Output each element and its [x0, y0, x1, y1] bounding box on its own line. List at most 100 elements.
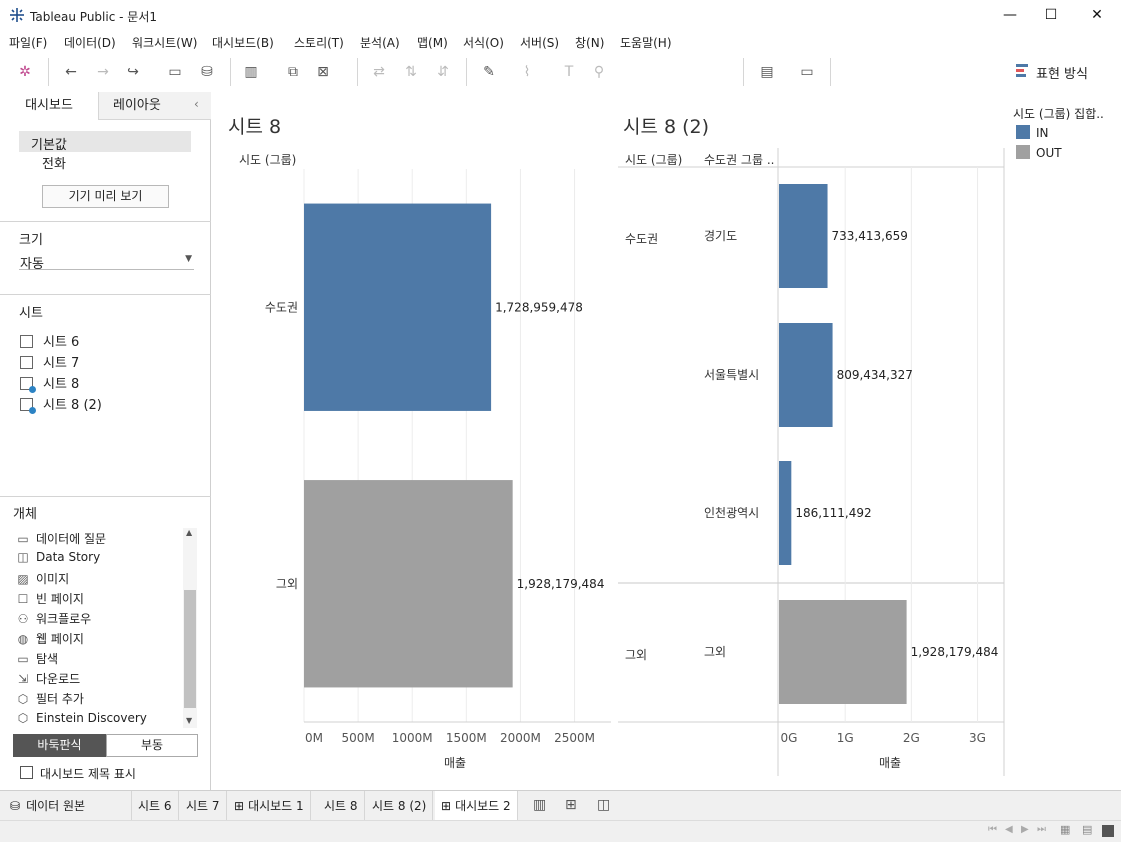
highlight-icon[interactable]: ✎ [478, 62, 500, 82]
prev-sheet-icon[interactable]: ◀ [1005, 824, 1013, 835]
object-add-filter[interactable]: ⬡ 필터 추가 [16, 690, 84, 707]
duplicate-sheet-icon[interactable]: ⧉ [282, 62, 304, 82]
show-me-button[interactable]: 표현 방식 [1036, 63, 1088, 82]
objects-scrollbar[interactable]: ▲ ▼ [183, 528, 197, 728]
menu-format[interactable]: 서식(O) [463, 34, 504, 51]
maximize-button[interactable]: ☐ [1031, 4, 1071, 26]
legend-item-out[interactable]: OUT [1016, 145, 1062, 160]
attach-icon[interactable]: ⌇ [516, 62, 538, 82]
scroll-down-icon[interactable]: ▼ [186, 716, 192, 725]
x-tick-label: 0G [781, 731, 798, 745]
bar [779, 184, 828, 288]
new-story-icon[interactable]: ◫ [597, 797, 610, 813]
toolbar-separator [466, 58, 467, 86]
sort-descending-icon[interactable]: ⇵ [432, 62, 454, 82]
presentation-mode-icon[interactable]: ▭ [796, 62, 818, 82]
sheet-item-8[interactable]: 시트 8 [20, 373, 79, 393]
show-me-icon[interactable] [1016, 64, 1028, 78]
toolbar-separator [830, 58, 831, 86]
filmstrip-icon[interactable]: ▤ [1082, 823, 1092, 836]
category-label: 수도권 [265, 300, 298, 314]
menu-window[interactable]: 창(N) [575, 34, 604, 51]
tab-label: 대시보드 2 [455, 799, 511, 813]
new-dashboard-icon[interactable]: ⊞ [565, 797, 577, 813]
menu-dashboard[interactable]: 대시보드(B) [212, 34, 274, 51]
sort-ascending-icon[interactable]: ⇅ [400, 62, 422, 82]
size-dropdown[interactable]: 자동 ▼ [19, 250, 194, 272]
text-label-icon[interactable]: T [558, 62, 580, 82]
device-default[interactable]: 기본값 [19, 131, 191, 153]
tableau-home-icon[interactable]: ✲ [14, 62, 36, 82]
tab-dashboard-1[interactable]: ⊞ 대시보드 1 [228, 791, 311, 821]
replay-icon[interactable]: ↪ [122, 62, 144, 82]
objects-title: 개체 [13, 507, 37, 522]
redo-icon[interactable]: → [92, 62, 114, 82]
clear-sheet-icon[interactable]: ⊠ [312, 62, 334, 82]
menu-story[interactable]: 스토리(T) [294, 34, 344, 51]
first-sheet-icon[interactable]: ⏮ [988, 824, 997, 835]
object-data-story[interactable]: ◫ Data Story [16, 550, 100, 564]
sheet8-title: 시트 8 [228, 116, 282, 138]
device-preview-button[interactable]: 기기 미리 보기 [42, 185, 169, 208]
minimize-button[interactable]: — [990, 4, 1030, 26]
new-worksheet-icon[interactable]: ▥ [240, 62, 262, 82]
tab-sheet-7[interactable]: 시트 7 [180, 791, 227, 821]
sheet-sorter-icon[interactable]: ▦ [1060, 823, 1070, 836]
extension-icon: ⬡ [17, 711, 29, 725]
menu-help[interactable]: 도움말(H) [620, 34, 672, 51]
x-tick-label: 1G [837, 731, 854, 745]
object-workflow[interactable]: ⚇ 워크플로우 [16, 610, 92, 627]
sheet-item-6[interactable]: 시트 6 [20, 331, 79, 350]
object-blank[interactable]: ☐ 빈 페이지 [16, 590, 84, 607]
object-einstein-discovery[interactable]: ⬡ Einstein Discovery [16, 711, 147, 725]
menu-server[interactable]: 서버(S) [520, 34, 559, 51]
scrollbar-thumb[interactable] [184, 590, 196, 708]
object-download[interactable]: ⇲ 다운로드 [16, 670, 80, 687]
pin-icon[interactable]: ⚲ [588, 62, 610, 82]
show-title-checkbox[interactable] [20, 766, 33, 779]
menu-analysis[interactable]: 분석(A) [360, 34, 400, 51]
undo-icon[interactable]: ← [60, 62, 82, 82]
legend-item-in[interactable]: IN [1016, 125, 1049, 140]
tab-dashboard[interactable]: 대시보드 [0, 92, 98, 120]
new-datasource-icon[interactable]: ⛁ [196, 62, 218, 82]
new-worksheet-icon[interactable]: ▥ [533, 797, 546, 813]
legend-swatch [1016, 145, 1030, 159]
sheet8-2-x-axis-label: 매출 [879, 756, 902, 770]
last-sheet-icon[interactable]: ⏭ [1037, 824, 1046, 835]
legend-label: OUT [1036, 146, 1062, 160]
close-button[interactable]: ✕ [1077, 4, 1117, 26]
menu-worksheet[interactable]: 워크시트(W) [132, 34, 197, 51]
device-phone[interactable]: 전화 [42, 153, 66, 172]
menu-file[interactable]: 파일(F) [9, 34, 47, 51]
status-bar: ⏮ ◀ ▶ ⏭ ▦ ▤ [0, 820, 1121, 842]
menu-data[interactable]: 데이터(D) [64, 34, 116, 51]
tabs-view-icon[interactable] [1102, 825, 1114, 837]
tab-sheet-8-2[interactable]: 시트 8 (2) [366, 791, 434, 821]
tab-sheet-8[interactable]: 시트 8 [318, 791, 365, 821]
collapse-panel-icon[interactable]: ‹ [194, 97, 199, 111]
tab-data-source[interactable]: ⛁ 데이터 원본 [2, 791, 132, 821]
sheet-item-8-2[interactable]: 시트 8 (2) [20, 394, 102, 414]
object-label: 이미지 [36, 572, 70, 586]
show-cards-icon[interactable]: ▤ [756, 62, 778, 82]
workflow-icon: ⚇ [17, 612, 29, 626]
save-icon[interactable]: ▭ [164, 62, 186, 82]
layout-tiled-button[interactable]: 바둑판식 [13, 734, 106, 757]
bar [779, 323, 833, 427]
object-image[interactable]: ▨ 이미지 [16, 570, 69, 587]
tab-dashboard-2[interactable]: ⊞ 대시보드 2 [435, 791, 518, 821]
x-tick-label: 2000M [500, 731, 541, 745]
tab-sheet-6[interactable]: 시트 6 [132, 791, 179, 821]
next-sheet-icon[interactable]: ▶ [1021, 824, 1029, 835]
tab-label: 대시보드 1 [248, 799, 304, 813]
object-ask-data[interactable]: ▭ 데이터에 질문 [16, 530, 106, 547]
scroll-up-icon[interactable]: ▲ [186, 528, 192, 537]
object-web-page[interactable]: ◍ 웹 페이지 [16, 630, 84, 647]
menu-map[interactable]: 맵(M) [417, 34, 448, 51]
object-navigation[interactable]: ▭ 탐색 [16, 650, 58, 667]
swap-rows-columns-icon[interactable]: ⇄ [368, 62, 390, 82]
sheet-item-7[interactable]: 시트 7 [20, 352, 79, 371]
sheet8-2-row-header-1: 시도 (그룹) [625, 153, 683, 167]
layout-floating-button[interactable]: 부동 [106, 734, 198, 757]
